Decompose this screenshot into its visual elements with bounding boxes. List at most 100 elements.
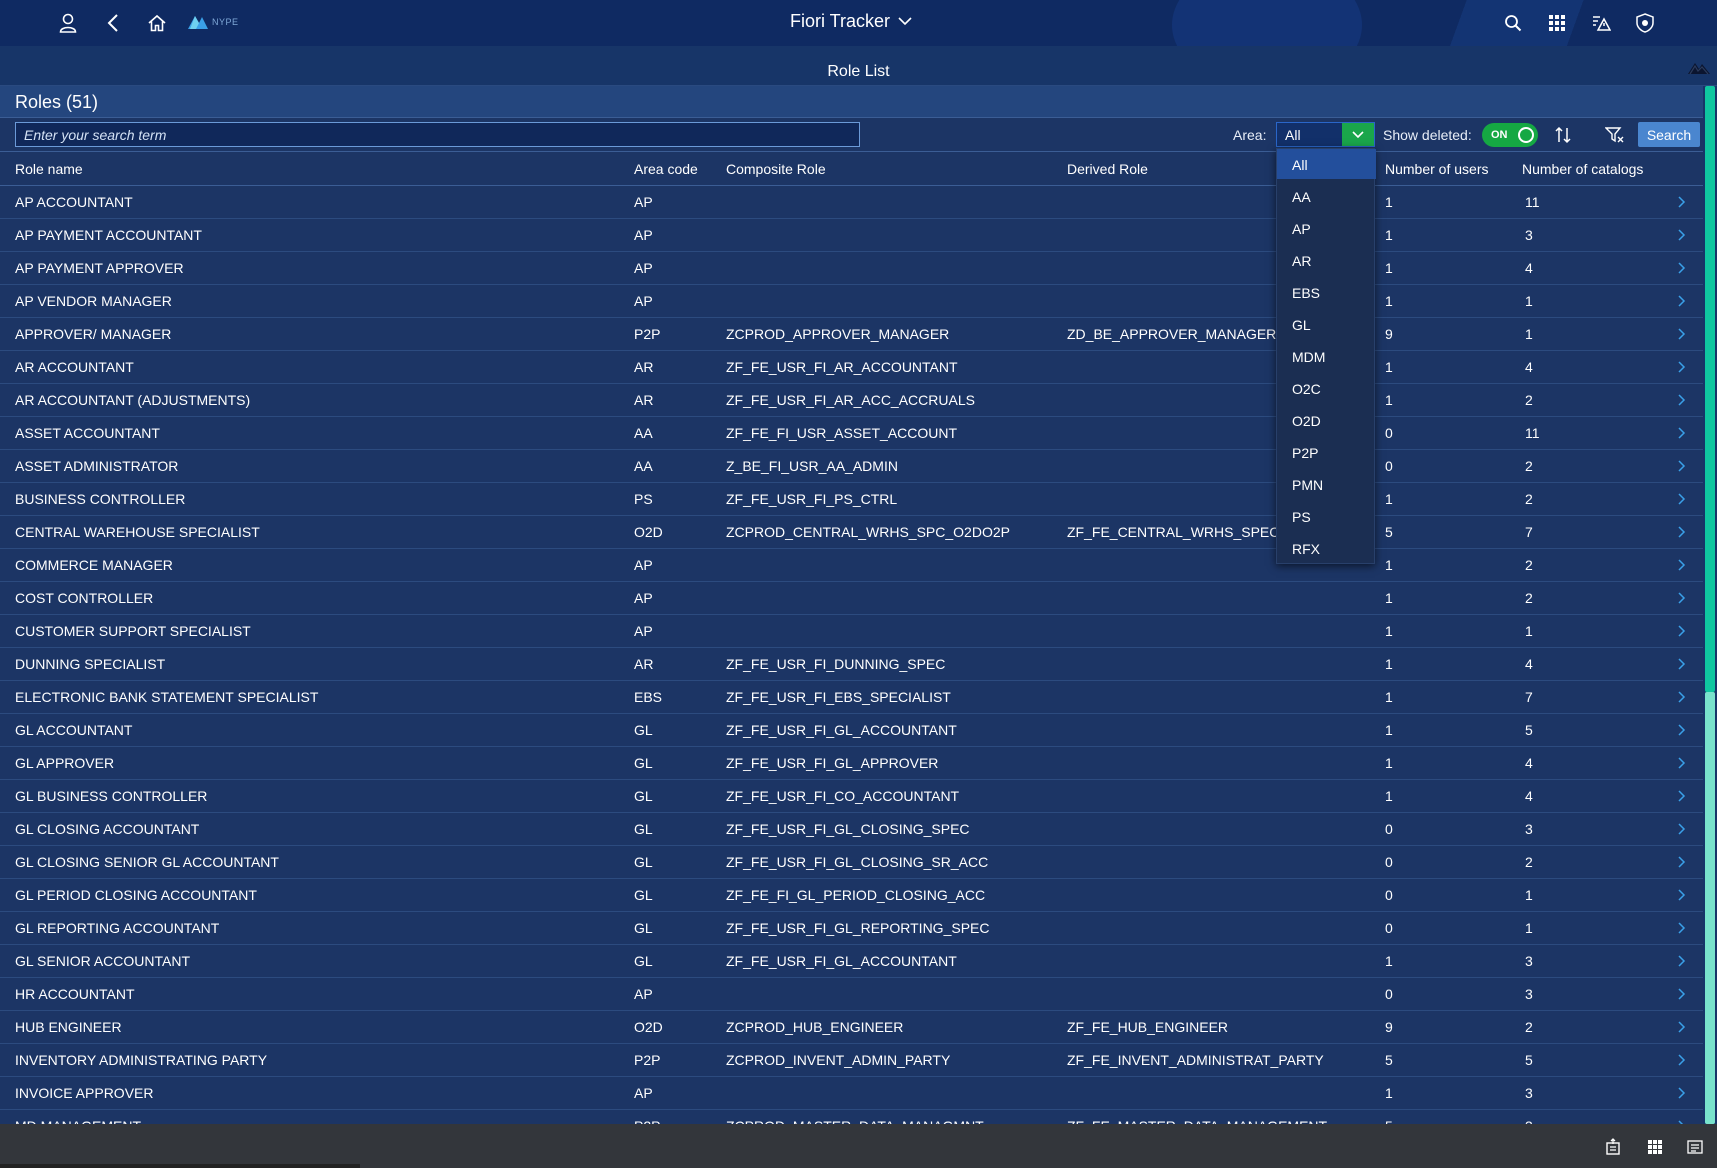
table-row[interactable]: CUSTOMER SUPPORT SPECIALIST AP 1 1 xyxy=(0,615,1703,648)
table-row[interactable]: GL SENIOR ACCOUNTANT GL ZF_FE_USR_FI_GL_AC… xyxy=(0,945,1703,978)
row-chevron-icon[interactable] xyxy=(1678,822,1686,840)
row-chevron-icon[interactable] xyxy=(1678,954,1686,972)
home-icon[interactable] xyxy=(144,10,170,36)
table-row[interactable]: GL REPORTING ACCOUNTANT GL ZF_FE_USR_FI_GL… xyxy=(0,912,1703,945)
search-icon[interactable] xyxy=(1500,10,1526,36)
table-row[interactable]: AP PAYMENT APPROVER AP 1 4 xyxy=(0,252,1703,285)
row-chevron-icon[interactable] xyxy=(1678,393,1686,411)
table-row[interactable]: AP VENDOR MANAGER AP 1 1 xyxy=(0,285,1703,318)
table-row[interactable]: COST CONTROLLER AP 1 2 xyxy=(0,582,1703,615)
table-row[interactable]: INVENTORY ADMINISTRATING PARTY P2P ZCPROD_… xyxy=(0,1044,1703,1077)
area-option-aa[interactable]: AA xyxy=(1277,181,1376,211)
table-row[interactable]: AP ACCOUNTANT AP 1 11 xyxy=(0,186,1703,219)
row-chevron-icon[interactable] xyxy=(1678,459,1686,477)
search-input[interactable] xyxy=(15,122,860,147)
area-option-mdm[interactable]: MDM xyxy=(1277,341,1376,371)
row-chevron-icon[interactable] xyxy=(1678,888,1686,906)
settings-shield-icon[interactable] xyxy=(1632,10,1658,36)
export-icon[interactable] xyxy=(1603,1136,1625,1158)
table-row[interactable]: MD MANAGEMENTP2PZCPROD_MASTER_DATA_MANAG… xyxy=(0,1110,1703,1124)
table-row[interactable]: APPROVER/ MANAGER P2P ZCPROD_APPROVER_MANA… xyxy=(0,318,1703,351)
table-row[interactable]: HR ACCOUNTANT AP 0 3 xyxy=(0,978,1703,1011)
column-number-of-catalogs[interactable]: Number of catalogs xyxy=(1522,161,1643,177)
table-row[interactable]: GL PERIOD CLOSING ACCOUNTANT GL ZF_FE_FI_G… xyxy=(0,879,1703,912)
area-option-ar[interactable]: AR xyxy=(1277,245,1376,275)
search-button[interactable]: Search xyxy=(1638,122,1700,147)
row-chevron-icon[interactable] xyxy=(1678,360,1686,378)
table-row[interactable]: ELECTRONIC BANK STATEMENT SPECIALIST EBS Z… xyxy=(0,681,1703,714)
row-chevron-icon[interactable] xyxy=(1678,228,1686,246)
area-option-ap[interactable]: AP xyxy=(1277,213,1376,243)
area-option-o2c[interactable]: O2C xyxy=(1277,373,1376,403)
row-chevron-icon[interactable] xyxy=(1678,591,1686,609)
table-row[interactable]: ASSET ADMINISTRATOR AA Z_BE_FI_USR_AA_ADMI… xyxy=(0,450,1703,483)
area-select[interactable]: All xyxy=(1276,122,1375,147)
area-option-o2d[interactable]: O2D xyxy=(1277,405,1376,435)
column-number-of-users[interactable]: Number of users xyxy=(1385,161,1488,177)
area-option-rfx[interactable]: RFX xyxy=(1277,533,1376,563)
row-chevron-icon[interactable] xyxy=(1678,1053,1686,1071)
row-chevron-icon[interactable] xyxy=(1678,294,1686,312)
table-row[interactable]: BUSINESS CONTROLLER PS ZF_FE_USR_FI_PS_CTR… xyxy=(0,483,1703,516)
clear-filter-icon[interactable] xyxy=(1603,123,1627,147)
composite-role-cell: ZF_FE_USR_FI_GL_ACCOUNTANT xyxy=(726,953,957,969)
back-icon[interactable] xyxy=(100,10,126,36)
show-deleted-toggle[interactable]: ON xyxy=(1482,123,1538,147)
apps-grid-icon[interactable] xyxy=(1544,10,1570,36)
row-chevron-icon[interactable] xyxy=(1678,921,1686,939)
column-area-code[interactable]: Area code xyxy=(634,161,698,177)
table-row[interactable]: CENTRAL WAREHOUSE SPECIALIST O2D ZCPROD_CE… xyxy=(0,516,1703,549)
row-chevron-icon[interactable] xyxy=(1678,492,1686,510)
area-option-pmn[interactable]: PMN xyxy=(1277,469,1376,499)
row-chevron-icon[interactable] xyxy=(1678,327,1686,345)
table-row[interactable]: HUB ENGINEER O2D ZCPROD_HUB_ENGINEER ZF_FE_… xyxy=(0,1011,1703,1044)
area-option-gl[interactable]: GL xyxy=(1277,309,1376,339)
vertical-scrollbar[interactable] xyxy=(1703,86,1717,1124)
row-chevron-icon[interactable] xyxy=(1678,1086,1686,1104)
scrollbar-track[interactable] xyxy=(1705,692,1715,1124)
table-row[interactable]: AR ACCOUNTANT AR ZF_FE_USR_FI_AR_ACCOUNTAN… xyxy=(0,351,1703,384)
row-chevron-icon[interactable] xyxy=(1678,657,1686,675)
app-title-menu[interactable]: Fiori Tracker xyxy=(790,11,912,32)
scrollbar-thumb[interactable] xyxy=(1705,86,1715,692)
number-of-catalogs-cell: 5 xyxy=(1525,722,1533,738)
row-chevron-icon[interactable] xyxy=(1678,525,1686,543)
table-row[interactable]: GL APPROVER GL ZF_FE_USR_FI_GL_APPROVER 1 4 xyxy=(0,747,1703,780)
table-row[interactable]: GL ACCOUNTANT GL ZF_FE_USR_FI_GL_ACCOUNTAN… xyxy=(0,714,1703,747)
row-chevron-icon[interactable] xyxy=(1678,195,1686,213)
row-chevron-icon[interactable] xyxy=(1678,690,1686,708)
row-chevron-icon[interactable] xyxy=(1678,987,1686,1005)
list-icon[interactable] xyxy=(1684,1136,1706,1158)
row-chevron-icon[interactable] xyxy=(1678,426,1686,444)
row-chevron-icon[interactable] xyxy=(1678,261,1686,279)
table-row[interactable]: GL BUSINESS CONTROLLER GL ZF_FE_USR_FI_CO_… xyxy=(0,780,1703,813)
table-row[interactable]: AR ACCOUNTANT (ADJUSTMENTS) AR ZF_FE_USR_F… xyxy=(0,384,1703,417)
table-row[interactable]: GL CLOSING SENIOR GL ACCOUNTANT GL ZF_FE_U… xyxy=(0,846,1703,879)
area-code-cell: GL xyxy=(634,920,653,936)
area-option-all[interactable]: All xyxy=(1277,149,1376,179)
table-row[interactable]: DUNNING SPECIALIST AR ZF_FE_USR_FI_DUNNING… xyxy=(0,648,1703,681)
row-chevron-icon[interactable] xyxy=(1678,1020,1686,1038)
row-chevron-icon[interactable] xyxy=(1678,855,1686,873)
sort-icon[interactable] xyxy=(1551,123,1575,147)
table-row[interactable]: GL CLOSING ACCOUNTANT GL ZF_FE_USR_FI_GL_C… xyxy=(0,813,1703,846)
row-chevron-icon[interactable] xyxy=(1678,624,1686,642)
row-chevron-icon[interactable] xyxy=(1678,756,1686,774)
notifications-icon[interactable] xyxy=(1588,10,1614,36)
table-row[interactable]: COMMERCE MANAGER AP 1 2 xyxy=(0,549,1703,582)
column-role-name[interactable]: Role name xyxy=(15,161,83,177)
row-chevron-icon[interactable] xyxy=(1678,723,1686,741)
table-row[interactable]: AP PAYMENT ACCOUNTANT AP 1 3 xyxy=(0,219,1703,252)
column-composite-role[interactable]: Composite Role xyxy=(726,161,826,177)
table-row[interactable]: INVOICE APPROVER AP 1 3 xyxy=(0,1077,1703,1110)
area-option-ps[interactable]: PS xyxy=(1277,501,1376,531)
row-chevron-icon[interactable] xyxy=(1678,558,1686,576)
grid-icon[interactable] xyxy=(1644,1136,1666,1158)
area-option-ebs[interactable]: EBS xyxy=(1277,277,1376,307)
row-chevron-icon[interactable] xyxy=(1678,789,1686,807)
area-option-p2p[interactable]: P2P xyxy=(1277,437,1376,467)
column-derived-role[interactable]: Derived Role xyxy=(1067,161,1148,177)
user-icon[interactable] xyxy=(55,10,81,36)
chevron-down-icon[interactable] xyxy=(1342,123,1374,146)
table-row[interactable]: ASSET ACCOUNTANT AA ZF_FE_FI_USR_ASSET_ACC… xyxy=(0,417,1703,450)
